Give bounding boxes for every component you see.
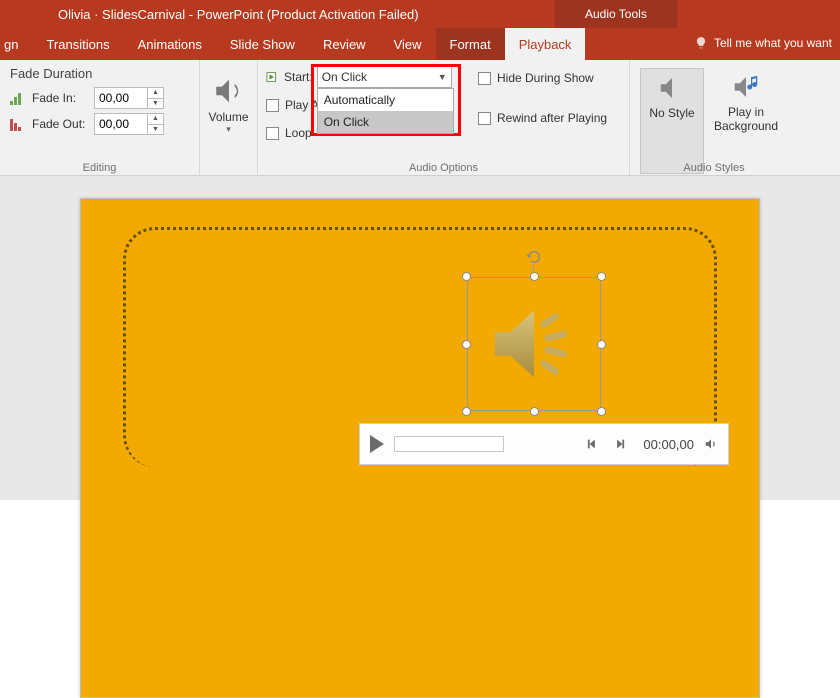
- tab-animations[interactable]: Animations: [124, 28, 216, 60]
- tab-slideshow[interactable]: Slide Show: [216, 28, 309, 60]
- slide[interactable]: 00:00,00: [80, 198, 760, 698]
- editing-group-label: Editing: [0, 162, 199, 174]
- title-bar: Olivia · SlidesCarnival - PowerPoint (Pr…: [0, 0, 840, 28]
- start-row: Start: On Click ▼ Automatically On Click: [266, 66, 466, 88]
- tab-format[interactable]: Format: [436, 28, 505, 60]
- start-combo-value: On Click: [322, 70, 367, 84]
- tell-me-search[interactable]: Tell me what you want: [694, 36, 832, 50]
- start-dropdown: Automatically On Click: [317, 88, 454, 134]
- group-audio-styles: No Style Play in Background Audio Styles: [630, 60, 798, 176]
- play-background-button[interactable]: Play in Background: [714, 68, 778, 174]
- audio-options-group-label: Audio Options: [258, 162, 629, 174]
- spinner-arrows[interactable]: ▲▼: [147, 114, 163, 134]
- handle-tl[interactable]: [462, 272, 471, 281]
- play-background-label: Play in Background: [714, 106, 778, 134]
- fade-out-label: Fade Out:: [32, 117, 94, 131]
- fade-duration-title: Fade Duration: [10, 66, 189, 81]
- tab-transitions[interactable]: Transitions: [32, 28, 123, 60]
- hide-row[interactable]: Hide During Show: [478, 67, 607, 89]
- volume-icon: [212, 74, 246, 108]
- tab-playback[interactable]: Playback: [505, 28, 586, 60]
- no-style-label: No Style: [649, 107, 694, 121]
- audio-speaker-icon: [485, 295, 583, 393]
- contextual-tab-label: Audio Tools: [555, 0, 677, 28]
- handle-br[interactable]: [597, 407, 606, 416]
- lightbulb-icon: [694, 36, 708, 50]
- rotate-handle[interactable]: [526, 249, 542, 265]
- handle-mr[interactable]: [597, 340, 606, 349]
- start-icon: [266, 70, 280, 84]
- handle-ml[interactable]: [462, 340, 471, 349]
- player-volume-button[interactable]: [704, 437, 718, 451]
- fade-out-icon: [10, 117, 26, 131]
- fade-in-icon: [10, 91, 26, 105]
- tab-view[interactable]: View: [380, 28, 436, 60]
- play-button[interactable]: [370, 435, 384, 453]
- fade-in-value: 00,00: [95, 91, 147, 105]
- step-back-button[interactable]: [587, 437, 601, 451]
- seek-track[interactable]: [394, 436, 504, 452]
- handle-tr[interactable]: [597, 272, 606, 281]
- start-combo[interactable]: On Click ▼ Automatically On Click: [317, 66, 452, 88]
- hide-checkbox[interactable]: [478, 72, 491, 85]
- rewind-checkbox[interactable]: [478, 112, 491, 125]
- no-style-button[interactable]: No Style: [640, 68, 704, 174]
- group-editing: Fade Duration Fade In: 00,00 ▲▼ Fade Out…: [0, 60, 200, 176]
- play-across-label: Play A: [285, 98, 319, 112]
- loop-label: Loop: [285, 126, 312, 140]
- fade-in-spinner[interactable]: 00,00 ▲▼: [94, 87, 164, 109]
- audio-object[interactable]: [467, 277, 601, 411]
- fade-out-value: 00,00: [95, 117, 147, 131]
- speaker-music-icon: [731, 72, 761, 102]
- loop-checkbox[interactable]: [266, 127, 279, 140]
- tab-review[interactable]: Review: [309, 28, 380, 60]
- ribbon: Fade Duration Fade In: 00,00 ▲▼ Fade Out…: [0, 60, 840, 176]
- speaker-mute-icon: [657, 73, 687, 103]
- handle-bl[interactable]: [462, 407, 471, 416]
- audio-styles-group-label: Audio Styles: [630, 162, 798, 174]
- rewind-row[interactable]: Rewind after Playing: [478, 107, 607, 129]
- start-option-automatically[interactable]: Automatically: [318, 89, 453, 111]
- hide-label: Hide During Show: [497, 71, 594, 85]
- start-option-onclick[interactable]: On Click: [318, 111, 453, 133]
- player-time: 00:00,00: [643, 437, 694, 452]
- rewind-label: Rewind after Playing: [497, 111, 607, 125]
- step-forward-button[interactable]: [611, 437, 625, 451]
- group-audio-options: Start: On Click ▼ Automatically On Click…: [258, 60, 630, 176]
- chevron-down-icon: ▼: [438, 72, 447, 82]
- group-volume: Volume▾: [200, 60, 258, 176]
- spinner-arrows[interactable]: ▲▼: [147, 88, 163, 108]
- fade-in-row: Fade In: 00,00 ▲▼: [10, 87, 189, 109]
- tell-me-label: Tell me what you want: [714, 36, 832, 50]
- volume-label: Volume▾: [208, 110, 248, 135]
- start-label-wrap: Start:: [266, 70, 313, 84]
- play-across-checkbox[interactable]: [266, 99, 279, 112]
- fade-out-row: Fade Out: 00,00 ▲▼: [10, 113, 189, 135]
- ribbon-tabs: gn Transitions Animations Slide Show Rev…: [0, 28, 840, 60]
- fade-in-label: Fade In:: [32, 91, 94, 105]
- fade-out-spinner[interactable]: 00,00 ▲▼: [94, 113, 164, 135]
- handle-tm[interactable]: [530, 272, 539, 281]
- audio-player: 00:00,00: [359, 423, 729, 465]
- tab-design-partial[interactable]: gn: [0, 28, 32, 60]
- handle-bm[interactable]: [530, 407, 539, 416]
- volume-button[interactable]: Volume▾: [208, 74, 248, 135]
- window-title: Olivia · SlidesCarnival - PowerPoint (Pr…: [58, 7, 419, 22]
- slide-canvas[interactable]: 00:00,00: [0, 176, 840, 500]
